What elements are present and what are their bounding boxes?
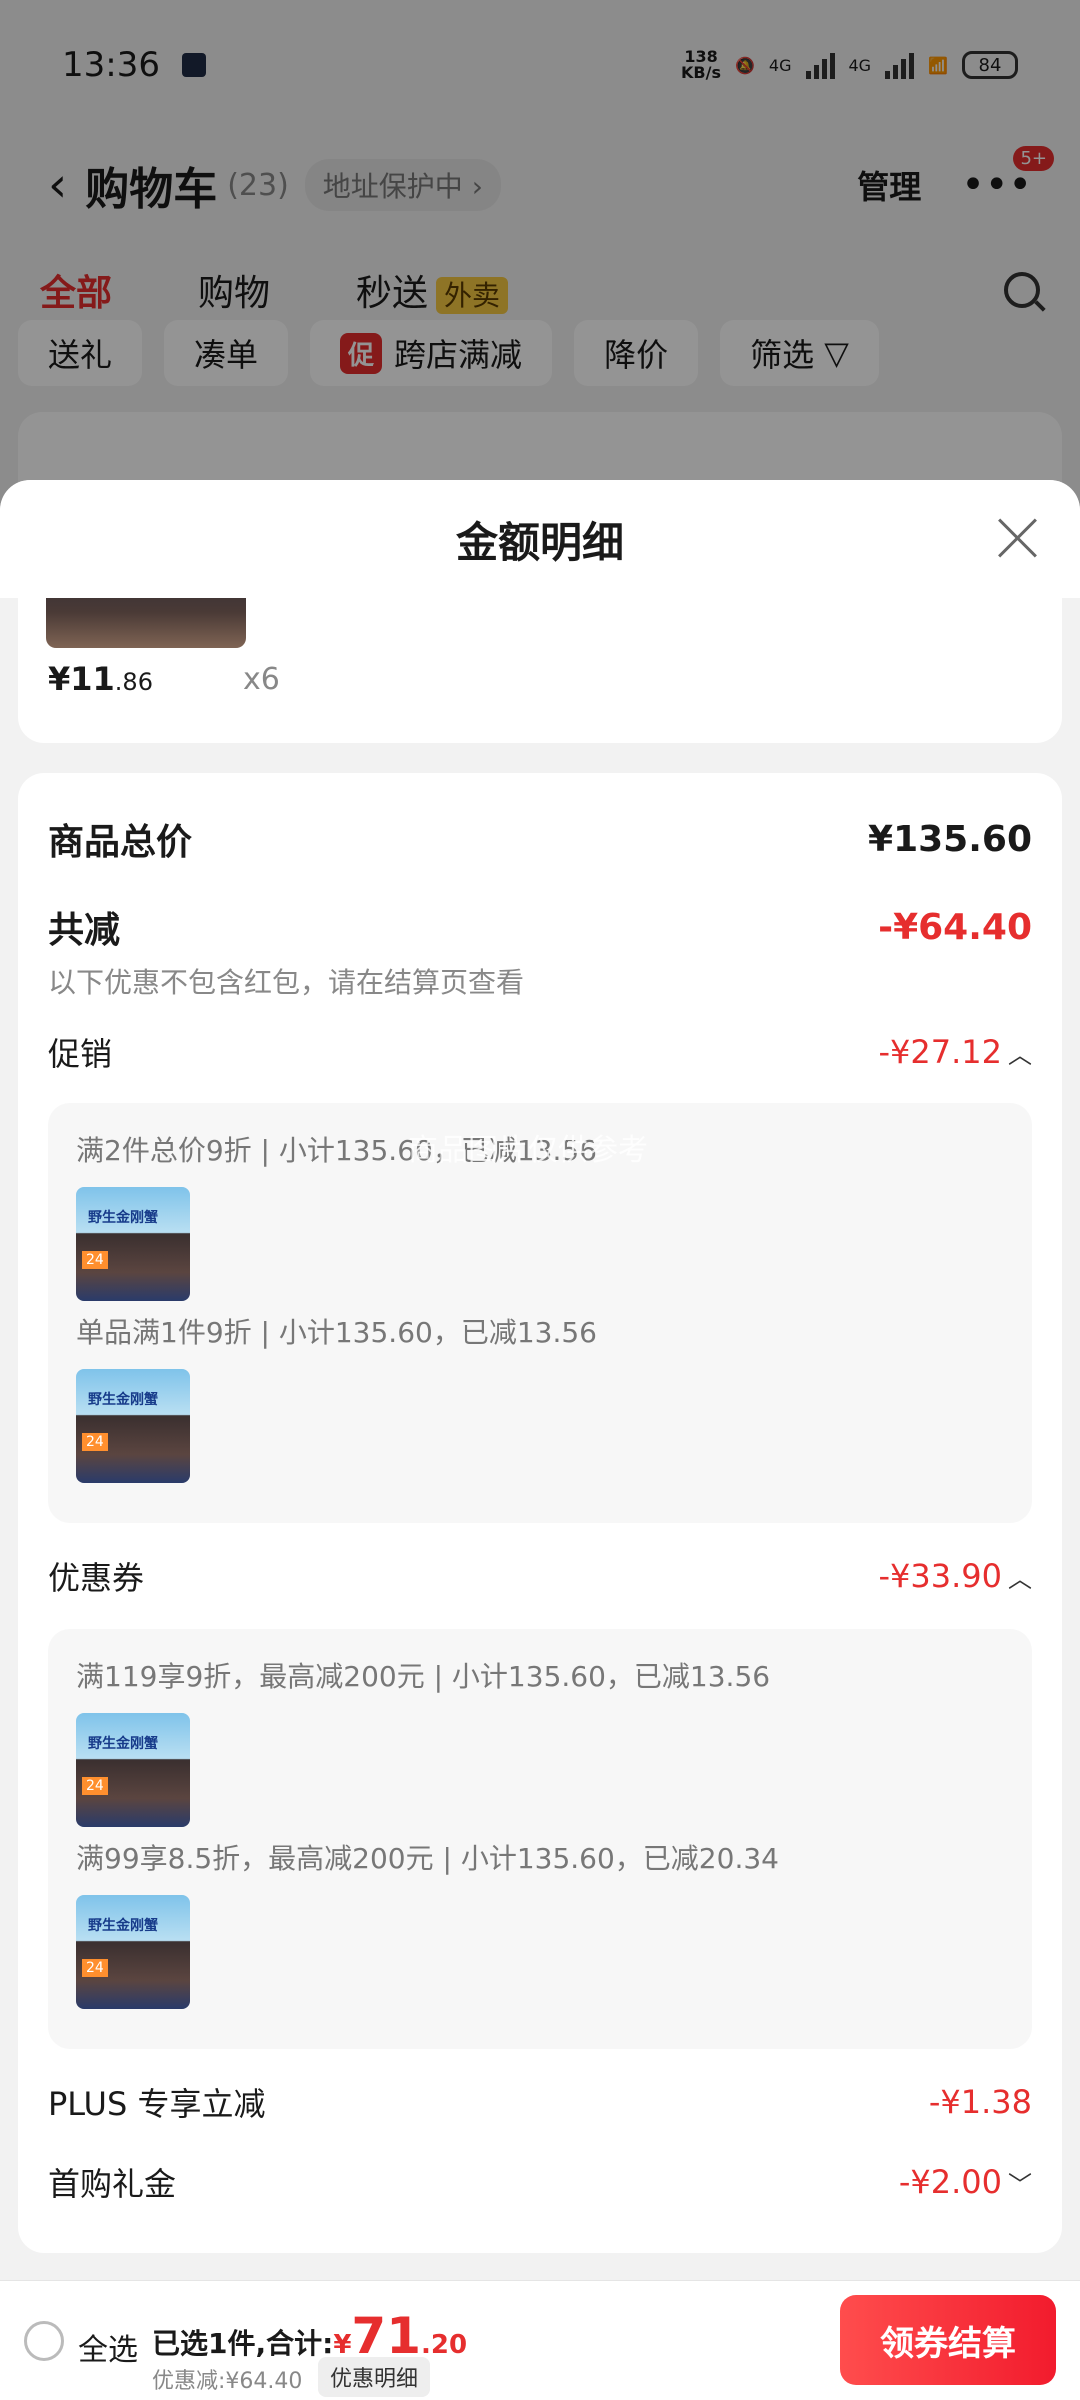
checkout-button[interactable]: 领券结算 — [840, 2295, 1056, 2385]
total-row: 商品总价 ¥135.60 — [48, 813, 1032, 865]
product-thumb: 野生金刚蟹 24 — [76, 1187, 190, 1301]
discount-summary: 优惠减:¥64.40 — [152, 2369, 303, 2394]
item-price: ¥11.86 — [48, 660, 153, 698]
coupon-box: 满119享9折，最高减200元 | 小计135.60，已减13.56 野生金刚蟹… — [48, 1629, 1032, 2049]
promo-value: -¥27.12 ︿ — [878, 1033, 1032, 1071]
reduce-row: 共减 -¥64.40 — [48, 901, 1032, 953]
first-purchase-value: -¥2.00 ﹀ — [898, 2163, 1032, 2201]
product-image — [46, 598, 246, 648]
plus-value: -¥1.38 — [928, 2083, 1032, 2121]
reduce-label: 共减 — [48, 910, 121, 951]
discount-detail-button[interactable]: 优惠明细 — [318, 2357, 431, 2397]
promo-label: 促销 — [48, 1035, 113, 1073]
product-thumb: 野生金刚蟹 24 — [76, 1369, 190, 1483]
checkout-bar: 全选 已选1件,合计:¥71.20 优惠减:¥64.40 优惠明细 领券结算 — [0, 2280, 1080, 2400]
promo-line-2: 单品满1件9折 | 小计135.60，已减13.56 — [76, 1316, 597, 1349]
coupon-row[interactable]: 优惠券 -¥33.90 ︿ — [48, 1553, 1032, 1599]
sheet-title: 金额明细 — [455, 517, 624, 567]
product-thumb: 野生金刚蟹 24 — [76, 1713, 190, 1827]
product-thumb: 野生金刚蟹 24 — [76, 1895, 190, 2009]
first-purchase-row[interactable]: 首购礼金 -¥2.00 ﹀ — [48, 2159, 1032, 2205]
total-value: ¥135.60 — [868, 818, 1032, 860]
sheet-header: 金额明细 — [0, 480, 1080, 598]
close-icon[interactable] — [996, 516, 1040, 560]
coupon-value: -¥33.90 ︿ — [878, 1557, 1032, 1595]
select-all-label[interactable]: 全选 — [78, 2325, 138, 2369]
plus-label: PLUS 专享立减 — [48, 2085, 266, 2123]
chevron-down-icon: ﹀ — [1008, 2171, 1032, 2199]
chevron-up-icon: ︿ — [1008, 1565, 1032, 1593]
watermark: 商品图片仅供参考 — [408, 1133, 648, 1168]
chevron-up-icon: ︿ — [1008, 1041, 1032, 1069]
item-card: ¥11.86 x6 — [18, 598, 1062, 743]
promo-row[interactable]: 促销 -¥27.12 ︿ — [48, 1029, 1032, 1075]
plus-row: PLUS 专享立减 -¥1.38 — [48, 2079, 1032, 2125]
amount-detail-sheet: 金额明细 ¥11.86 x6 商品总价 ¥135.60 共减 -¥64.40 以… — [0, 480, 1080, 2400]
coupon-line-1: 满119享9折，最高减200元 | 小计135.60，已减13.56 — [76, 1660, 771, 1693]
first-purchase-label: 首购礼金 — [48, 2165, 177, 2203]
select-all-checkbox[interactable] — [24, 2321, 64, 2361]
detail-card: 商品总价 ¥135.60 共减 -¥64.40 以下优惠不包含红包，请在结算页查… — [18, 773, 1062, 2253]
coupon-label: 优惠券 — [48, 1559, 145, 1597]
coupon-line-2: 满99享8.5折，最高减200元 | 小计135.60，已减20.34 — [76, 1842, 779, 1875]
promo-box: 满2件总价9折 | 小计135.60，已减13.56 商品图片仅供参考 野生金刚… — [48, 1103, 1032, 1523]
reduce-value: -¥64.40 — [878, 906, 1032, 948]
item-quantity: x6 — [243, 662, 280, 697]
total-label: 商品总价 — [48, 822, 193, 863]
reduce-note: 以下优惠不包含红包，请在结算页查看 — [48, 966, 525, 999]
